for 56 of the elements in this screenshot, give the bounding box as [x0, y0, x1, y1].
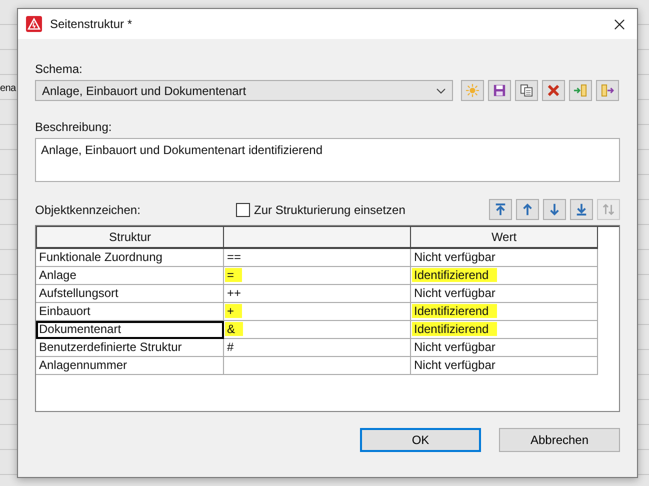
table-cell[interactable]: &	[225, 322, 244, 336]
table-cell[interactable]: Einbauort	[36, 303, 224, 321]
description-label: Beschreibung:	[35, 119, 113, 135]
chevron-icon	[436, 88, 446, 94]
arrow-up-icon	[521, 203, 534, 216]
object-ids-label: Objektkennzeichen:	[35, 202, 142, 218]
export-icon	[601, 84, 614, 97]
table-cell[interactable]: Funktionale Zuordnung	[36, 249, 224, 267]
move-bottom-button[interactable]	[570, 199, 593, 220]
arrow-bottom-icon	[575, 203, 588, 216]
description-field[interactable]: Anlage, Einbauort und Dokumentenart identifizierend	[35, 138, 620, 182]
table-cell[interactable]: ==	[227, 250, 242, 264]
copy-button[interactable]	[515, 80, 538, 101]
table-cell[interactable]: +	[225, 304, 242, 318]
ok-button[interactable]: OK	[360, 428, 481, 452]
table-cell[interactable]: Identifizierend	[412, 304, 497, 318]
column-header[interactable]: Struktur	[36, 227, 224, 249]
save-icon	[493, 84, 506, 97]
table-cell[interactable]: Aufstellungsort	[36, 285, 224, 303]
table-cell[interactable]: =	[225, 268, 242, 282]
table-cell[interactable]: Dokumentenart	[36, 321, 224, 339]
window-title: Seitenstruktur *	[50, 17, 132, 31]
export-button[interactable]	[596, 80, 619, 101]
table-cell[interactable]: Nicht verfügbar	[414, 340, 496, 354]
schema-label: Schema:	[35, 61, 84, 77]
table-cell[interactable]: Anlage	[36, 267, 224, 285]
table-cell[interactable]: Nicht verfügbar	[414, 286, 496, 300]
table-cell[interactable]: Anlagennummer	[36, 357, 224, 375]
table-cell[interactable]: Nicht verfügbar	[414, 250, 496, 264]
sun-icon	[466, 84, 479, 97]
import-icon	[574, 84, 587, 97]
table-cell[interactable]: #	[227, 340, 234, 354]
table-cell[interactable]: Benutzerdefinierte Struktur	[36, 339, 224, 357]
empty-table-cell[interactable]	[224, 357, 411, 375]
table-cell[interactable]: Identifizierend	[412, 322, 497, 336]
close-icon[interactable]	[614, 18, 625, 30]
schema-dropdown[interactable]: Anlage, Einbauort und Dokumentenart	[35, 80, 453, 101]
delete-button[interactable]	[542, 80, 565, 101]
table-cell[interactable]: Identifizierend	[412, 268, 497, 282]
save-button[interactable]	[488, 80, 511, 101]
arrow-top-icon	[494, 203, 507, 216]
import-button[interactable]	[569, 80, 592, 101]
move-down-button[interactable]	[543, 199, 566, 220]
cancel-button[interactable]: Abbrechen	[499, 428, 620, 452]
copy-icon	[520, 84, 533, 97]
swap-arrows-icon	[602, 203, 615, 216]
table-cell[interactable]: ++	[227, 286, 242, 300]
delete-icon	[547, 84, 560, 97]
table-cell[interactable]: Nicht verfügbar	[414, 358, 496, 372]
move-up-button[interactable]	[516, 199, 539, 220]
arrow-down-icon	[548, 203, 561, 216]
column-header[interactable]: Wert	[411, 227, 598, 249]
background-text: ena	[0, 83, 16, 94]
move-top-button[interactable]	[489, 199, 512, 220]
structuring-checkbox[interactable]: Zur Strukturierung einsetzen	[236, 202, 406, 216]
warning-triangle-icon	[26, 16, 42, 32]
